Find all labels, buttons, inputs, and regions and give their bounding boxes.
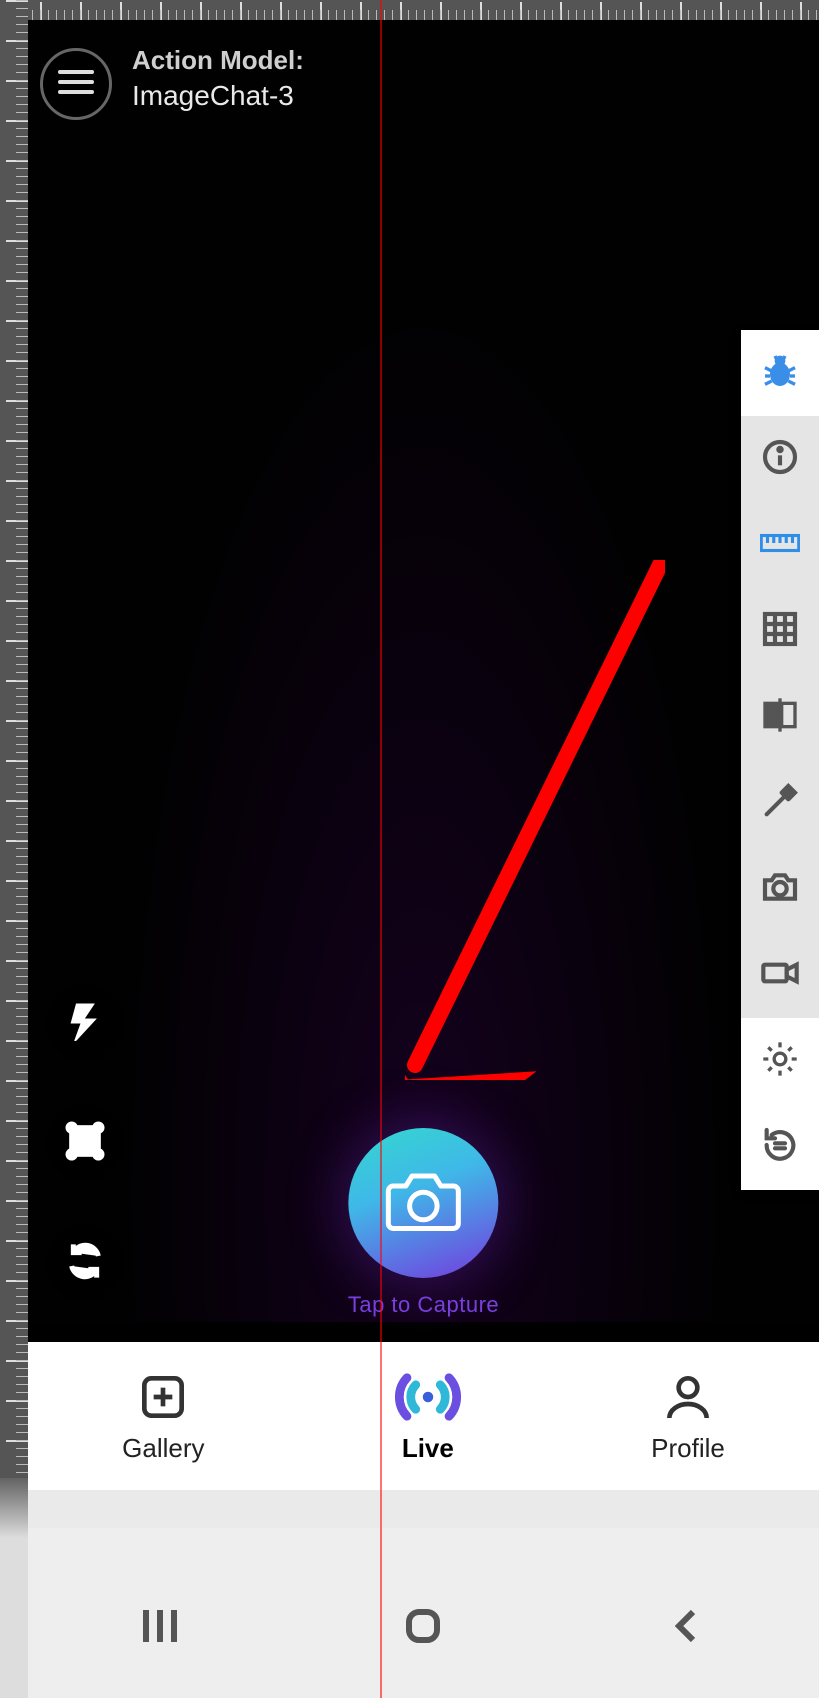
person-icon	[651, 1369, 725, 1425]
broadcast-icon	[393, 1369, 463, 1425]
debug-video-button[interactable]	[741, 932, 819, 1018]
home-icon	[399, 1637, 447, 1654]
debug-info-button[interactable]	[741, 416, 819, 502]
ruler-top-overlay	[0, 0, 819, 20]
nav-live[interactable]: Live	[393, 1369, 463, 1464]
nav-profile[interactable]: Profile	[651, 1369, 725, 1464]
eyedropper-icon	[760, 781, 800, 826]
restart-icon	[760, 1125, 800, 1170]
nav-gallery-label: Gallery	[122, 1433, 204, 1464]
camera-icon	[384, 1161, 464, 1246]
video-icon	[760, 953, 800, 998]
debug-bug-button[interactable]	[741, 330, 819, 416]
bottom-nav-bar: Gallery Live Profile	[28, 1342, 819, 1490]
nav-profile-label: Profile	[651, 1433, 725, 1464]
capture-label: Tap to Capture	[348, 1292, 499, 1318]
crop-button[interactable]	[46, 1104, 124, 1182]
nav-gap	[28, 1490, 819, 1528]
plus-box-icon	[122, 1369, 204, 1425]
nav-gallery[interactable]: Gallery	[122, 1369, 204, 1464]
compare-icon	[760, 695, 800, 740]
switch-camera-icon	[65, 1241, 105, 1286]
crop-icon	[65, 1121, 105, 1166]
debug-grid-button[interactable]	[741, 588, 819, 674]
flash-button[interactable]	[46, 984, 124, 1062]
debug-compare-button[interactable]	[741, 674, 819, 760]
capture-button[interactable]	[349, 1128, 499, 1278]
recents-icon	[136, 1637, 184, 1654]
action-model-label: Action Model: ImageChat-3	[132, 45, 304, 112]
switch-camera-button[interactable]	[46, 1224, 124, 1302]
ruler-left-overlay	[0, 0, 28, 1478]
action-model-name: ImageChat-3	[132, 80, 304, 112]
settings-icon	[760, 1039, 800, 1084]
back-icon	[663, 1637, 711, 1654]
photo-icon	[760, 867, 800, 912]
action-model-title: Action Model:	[132, 45, 304, 76]
bug-icon	[760, 351, 800, 396]
grid-icon	[760, 609, 800, 654]
capture-area: Tap to Capture	[348, 1128, 499, 1318]
debug-eyedropper-button[interactable]	[741, 760, 819, 846]
debug-restart-button[interactable]	[741, 1104, 819, 1190]
system-back-button[interactable]	[663, 1602, 711, 1655]
system-nav-bar	[28, 1528, 819, 1698]
system-recents-button[interactable]	[136, 1602, 184, 1655]
flash-icon	[65, 1001, 105, 1046]
debug-ruler-button[interactable]	[741, 502, 819, 588]
menu-button[interactable]	[40, 48, 112, 120]
info-icon	[760, 437, 800, 482]
nav-live-label: Live	[393, 1433, 463, 1464]
menu-icon	[58, 68, 94, 101]
debug-toolbar	[741, 330, 819, 1190]
debug-photo-button[interactable]	[741, 846, 819, 932]
camera-side-controls	[46, 984, 124, 1302]
ruler-icon	[760, 523, 800, 568]
app-viewport: Action Model: ImageChat-3	[28, 20, 819, 1698]
debug-settings-button[interactable]	[741, 1018, 819, 1104]
system-home-button[interactable]	[399, 1602, 447, 1655]
camera-preview-area: Action Model: ImageChat-3	[28, 20, 819, 1322]
